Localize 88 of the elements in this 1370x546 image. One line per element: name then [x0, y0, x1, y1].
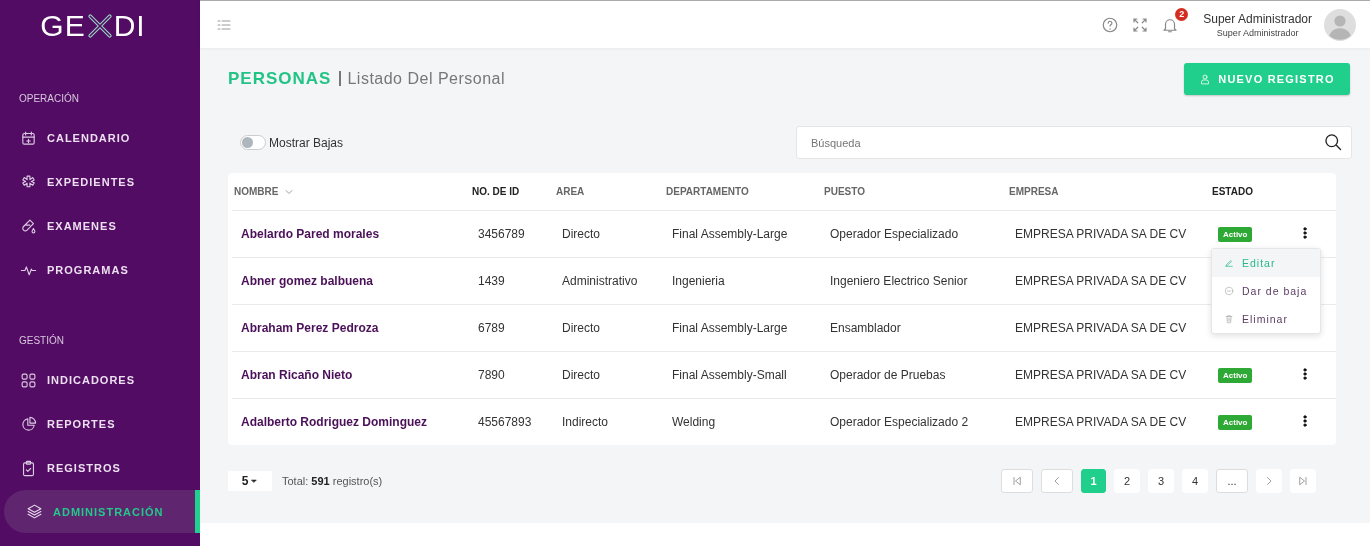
table-cell-text: Operador Especializado — [829, 227, 960, 241]
nav-item[interactable]: EXAMENES — [0, 204, 200, 248]
nav-item[interactable]: REPORTES — [0, 402, 200, 446]
trash-icon — [1224, 314, 1234, 324]
status-badge: Activo — [1218, 415, 1253, 430]
person-name[interactable]: Abner gomez balbuena — [232, 274, 470, 288]
table-cell-text: EMPRESA PRIVADA SA DE CV — [1014, 227, 1188, 241]
next-page-button[interactable] — [1256, 469, 1282, 493]
caret-icon — [250, 477, 259, 485]
user-role: Super Administrador — [1215, 27, 1300, 38]
table-cell-text: EMPRESA PRIVADA SA DE CV — [1014, 321, 1188, 335]
total-records: Total: 591 registro(s) — [282, 475, 383, 487]
last-page-button[interactable] — [1290, 469, 1316, 493]
search-field[interactable]: Búsqueda — [796, 126, 1352, 159]
logo-text: GE — [40, 8, 86, 44]
table-cell-text: 7890 — [477, 368, 506, 382]
help-icon[interactable] — [1101, 15, 1120, 34]
table-cell-text: Final Assembly-Large — [671, 227, 789, 241]
nav-item[interactable]: CALENDARIO — [0, 116, 200, 160]
first-page-icon — [1011, 475, 1023, 487]
table-cell-text: Directo — [561, 227, 601, 241]
menu-item[interactable]: Dar de baja — [1212, 277, 1320, 305]
table-cell-text: 3456789 — [477, 227, 526, 241]
page-button[interactable]: 3 — [1148, 469, 1174, 493]
pencil-icon — [1224, 258, 1234, 268]
page-size-select[interactable]: 5 — [228, 471, 272, 491]
minus-circle-icon — [1224, 286, 1234, 296]
search-icon[interactable] — [1323, 132, 1343, 152]
nav-item[interactable]: PROGRAMAS — [0, 248, 200, 292]
page-button[interactable]: 4 — [1182, 469, 1208, 493]
grid-icon — [20, 371, 37, 389]
table-cell-text: Ensamblador — [829, 321, 902, 335]
logo-text: DI — [113, 8, 146, 44]
section-title: OPERACIÓN — [18, 91, 80, 106]
person-name[interactable]: Adalberto Rodriguez Dominguez — [232, 415, 470, 429]
logo-icon — [86, 13, 113, 39]
status-badge: Activo — [1218, 368, 1253, 383]
nav-item[interactable]: INDICADORES — [0, 358, 200, 402]
person-name[interactable]: Abran Ricaño Nieto — [232, 368, 470, 382]
test-tube-icon — [20, 217, 37, 235]
table-cell-text: Welding — [671, 415, 717, 429]
column-header[interactable]: NOMBRE — [232, 185, 470, 198]
layers-icon — [26, 503, 43, 520]
page-title: PERSONAS — [228, 71, 342, 86]
page-subtitle: Listado Del Personal — [346, 69, 506, 88]
last-page-icon — [1297, 475, 1309, 487]
nav-item[interactable]: REGISTROS — [0, 446, 200, 490]
person-name[interactable]: Abelardo Pared morales — [232, 227, 470, 241]
nav-item[interactable]: EXPEDIENTES — [0, 160, 200, 204]
table-cell-text: EMPRESA PRIVADA SA DE CV — [1014, 274, 1188, 288]
table-cell-text: Operador Especializado 2 — [829, 415, 970, 429]
column-header: EMPRESA — [1008, 186, 1060, 197]
fullscreen-icon[interactable] — [1131, 15, 1150, 34]
notification-badge: 2 — [1175, 7, 1189, 21]
toggle-label: Mostrar Bajas — [269, 135, 344, 150]
column-header: NO. DE ID — [471, 186, 521, 197]
table-cell-text: EMPRESA PRIVADA SA DE CV — [1014, 415, 1188, 429]
avatar-icon[interactable] — [1324, 8, 1356, 41]
status-badge: Activo — [1218, 227, 1253, 242]
table-cell-text: Operador de Pruebas — [829, 368, 947, 382]
table-cell-text: Administrativo — [561, 274, 639, 288]
more-pages-button[interactable]: ... — [1216, 469, 1248, 493]
clipboard-icon — [20, 459, 37, 477]
column-header: PUESTO — [823, 186, 866, 197]
calendar-icon — [20, 129, 37, 147]
column-header: ESTADO — [1211, 186, 1254, 197]
table-cell-text: Directo — [561, 368, 601, 382]
table-cell-text: Indirecto — [561, 415, 610, 429]
user-name: Super Administrador — [1203, 11, 1312, 26]
column-header: DEPARTAMENTO — [665, 186, 750, 197]
table-cell-text: Ingeniero Electrico Senior — [829, 274, 969, 288]
pie-chart-icon — [20, 415, 37, 433]
table-cell-text: 45567893 — [477, 415, 533, 429]
table-cell-text: Directo — [561, 321, 601, 335]
column-header: AREA — [555, 186, 586, 197]
menu-item[interactable]: Eliminar — [1212, 305, 1320, 333]
table-cell-text: 1439 — [477, 274, 506, 288]
section-title: GESTIÓN — [18, 333, 65, 348]
page-button[interactable]: 2 — [1114, 469, 1140, 493]
nav-item[interactable]: ADMINISTRACIÓN — [4, 490, 200, 533]
table-cell-text: 6789 — [477, 321, 506, 335]
table-cell-text: Final Assembly-Large — [671, 321, 789, 335]
toggle-switch[interactable] — [240, 135, 266, 150]
user-icon — [1199, 72, 1212, 85]
table-cell-text: EMPRESA PRIVADA SA DE CV — [1014, 368, 1188, 382]
person-name[interactable]: Abraham Perez Pedroza — [232, 321, 470, 335]
table-cell-text: Final Assembly-Small — [671, 368, 788, 382]
table-cell-text: Ingenieria — [671, 274, 726, 288]
